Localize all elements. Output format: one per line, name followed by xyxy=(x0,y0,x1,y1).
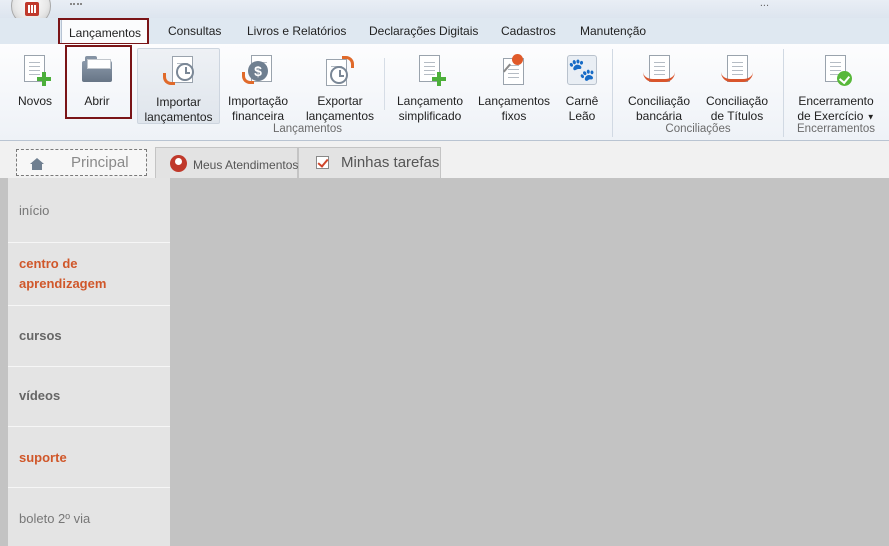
quick-access-toolbar[interactable] xyxy=(70,3,82,9)
person-icon xyxy=(170,155,187,172)
calculator-icon xyxy=(25,2,39,16)
tab-minhas-tarefas-label: Minhas tarefas xyxy=(341,154,440,171)
novos-label: Novos xyxy=(17,94,52,108)
exportar-label-line2: lançamentos xyxy=(305,109,375,123)
highlight-box-abrir-button xyxy=(65,45,132,119)
encerramento-label-line2: de Exercício xyxy=(797,109,864,123)
sidebar-item-boleto-2-via[interactable]: boleto 2º via xyxy=(8,488,170,546)
fixos-label-line2: fixos xyxy=(501,109,527,123)
home-icon xyxy=(30,158,44,170)
tasks-check-icon xyxy=(316,156,329,169)
group-label-lancamentos: Lançamentos xyxy=(272,123,343,135)
importar-lancamentos-button[interactable]: Importar lançamentos xyxy=(137,48,220,124)
tab-minhas-tarefas[interactable]: Minhas tarefas xyxy=(298,147,441,178)
import-entries-icon xyxy=(162,55,195,87)
sidebar: início centro de aprendizagem cursos víd… xyxy=(8,178,170,546)
bank-reconciliation-icon xyxy=(643,54,675,86)
sidebar-item-suporte[interactable]: suporte xyxy=(8,427,170,488)
tab-principal-label: Principal xyxy=(71,154,129,171)
financial-import-icon: $ xyxy=(242,54,274,86)
tab-declaracoes-digitais[interactable]: Declarações Digitais xyxy=(369,24,478,38)
tab-principal[interactable]: Principal xyxy=(16,149,147,176)
tab-manutencao[interactable]: Manutenção xyxy=(580,24,646,38)
encerramento-exercicio-button[interactable]: Encerramento de Exercício ▼ xyxy=(792,48,880,124)
importacao-label-line1: Importação xyxy=(227,94,289,108)
importacao-label-line2: financeira xyxy=(231,109,285,123)
conc-bancaria-label-line1: Conciliação xyxy=(627,94,691,108)
exportar-lancamentos-button[interactable]: Exportar lançamentos xyxy=(300,48,380,124)
sidebar-item-centro-de-aprendizagem[interactable]: centro de aprendizagem xyxy=(8,243,170,306)
encerramento-label-line1: Encerramento xyxy=(798,94,874,108)
sidebar-item-label: centro de aprendizagem xyxy=(19,256,107,291)
lancamentos-fixos-button[interactable]: Lançamentos fixos xyxy=(474,48,554,124)
ribbon-inner-separator xyxy=(384,58,385,110)
conciliacao-bancaria-button[interactable]: Conciliação bancária xyxy=(622,48,696,124)
fiscal-year-closing-icon xyxy=(820,54,852,86)
new-document-icon xyxy=(19,54,51,86)
sidebar-item-videos[interactable]: vídeos xyxy=(8,367,170,427)
carne-label-line1: Carnê xyxy=(565,94,599,108)
simplificado-label-line2: simplificado xyxy=(398,109,462,123)
sidebar-item-label: vídeos xyxy=(19,388,61,403)
sidebar-item-label: boleto 2º via xyxy=(19,511,91,526)
sidebar-item-label: início xyxy=(19,203,50,218)
sidebar-item-label: suporte xyxy=(19,450,67,465)
highlight-box-lancamentos-tab xyxy=(58,18,149,45)
novos-button[interactable]: Novos xyxy=(10,48,60,124)
exportar-label-line1: Exportar xyxy=(317,94,363,108)
fixed-entries-pin-icon xyxy=(498,54,530,86)
tab-meus-atendimentos-label: Meus Atendimentos xyxy=(193,158,299,172)
lancamento-simplificado-button[interactable]: Lançamento simplificado xyxy=(390,48,470,124)
tab-cadastros[interactable]: Cadastros xyxy=(501,24,556,38)
conc-titulos-label-line2: de Títulos xyxy=(710,109,764,123)
sidebar-item-cursos[interactable]: cursos xyxy=(8,306,170,367)
conc-titulos-label-line1: Conciliação xyxy=(705,94,769,108)
simplificado-label-line1: Lançamento xyxy=(396,94,464,108)
group-label-encerramentos: Encerramentos xyxy=(797,123,875,135)
paw-icon: 🐾 xyxy=(566,54,598,86)
importar-label-line1: Importar xyxy=(156,95,201,109)
fixos-label-line1: Lançamentos xyxy=(477,94,551,108)
group-label-conciliacoes: Conciliações xyxy=(665,123,731,135)
window-title: ... xyxy=(759,0,769,9)
tab-livros-relatorios[interactable]: Livros e Relatórios xyxy=(247,24,346,38)
group-separator xyxy=(783,49,784,137)
sidebar-item-label: cursos xyxy=(19,328,62,343)
title-bar: ... xyxy=(0,0,889,26)
importacao-financeira-button[interactable]: $ Importação financeira xyxy=(222,48,294,124)
simplified-entry-icon xyxy=(414,54,446,86)
carne-label-line2: Leão xyxy=(568,109,596,123)
conciliacao-titulos-button[interactable]: Conciliação de Títulos xyxy=(700,48,774,124)
carne-leao-button[interactable]: 🐾 Carnê Leão xyxy=(560,48,604,124)
conc-bancaria-label-line2: bancária xyxy=(635,109,683,123)
export-entries-icon xyxy=(324,54,356,86)
main-content-area xyxy=(170,178,889,546)
ribbon-panel: Novos Abrir Importar lançamentos $ Import… xyxy=(0,44,889,141)
titles-reconciliation-icon xyxy=(721,54,753,86)
group-separator xyxy=(612,49,613,137)
tab-meus-atendimentos[interactable]: Meus Atendimentos xyxy=(155,147,298,178)
sidebar-item-inicio[interactable]: início xyxy=(8,178,170,243)
chevron-down-icon: ▼ xyxy=(866,112,875,122)
tab-consultas[interactable]: Consultas xyxy=(168,24,221,38)
document-tab-bar: Principal Meus Atendimentos Minhas taref… xyxy=(0,141,889,178)
